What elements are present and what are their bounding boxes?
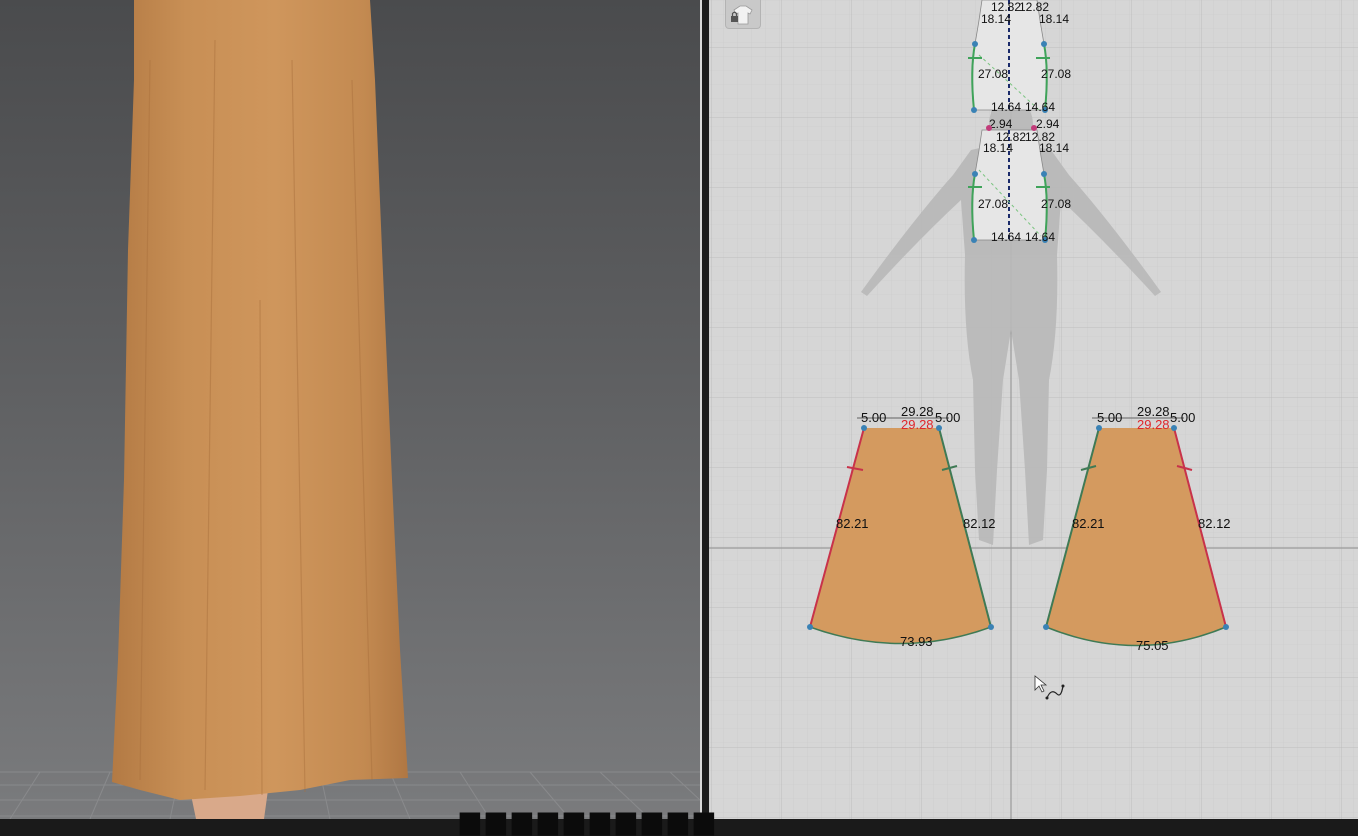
skirt-left-hem-length: 73.93 — [900, 634, 933, 649]
lock-icon — [731, 5, 753, 25]
3d-scene — [0, 0, 700, 819]
bodice-front-label: 27.08 — [1041, 67, 1071, 81]
2d-pattern-canvas: 12.82 12.82 18.14 18.14 27.08 27.08 14.6… — [709, 0, 1358, 819]
bodice-front-label: 14.64 — [1025, 100, 1055, 114]
lock-toggle-button[interactable] — [725, 0, 761, 29]
bodice-front-label: 18.14 — [981, 12, 1011, 26]
bodice-back-label: 14.64 — [1025, 230, 1055, 244]
skirt-right-side-length: 82.12 — [1198, 516, 1231, 531]
3d-viewport[interactable] — [0, 0, 700, 819]
2d-pattern-viewport[interactable]: 12.82 12.82 18.14 18.14 27.08 27.08 14.6… — [709, 0, 1358, 819]
skirt-left-dart-label: 5.00 — [935, 410, 960, 425]
skirt-right-side-length: 82.21 — [1072, 516, 1105, 531]
bodice-front-label: 2.94 — [989, 117, 1013, 131]
bodice-back-label: 27.08 — [978, 197, 1008, 211]
skirt-right-top-length-red: 29.28 — [1137, 417, 1170, 432]
viewport-divider[interactable] — [700, 0, 709, 819]
bodice-front-label: 14.64 — [991, 100, 1021, 114]
subtitle-caption: ▆▆▆▆▆▆▆▆▆▆ — [460, 806, 720, 836]
bodice-front-label: 27.08 — [978, 67, 1008, 81]
bodice-front-label: 2.94 — [1036, 117, 1060, 131]
bodice-back-label: 27.08 — [1041, 197, 1071, 211]
skirt-right-dart-label: 5.00 — [1097, 410, 1122, 425]
bodice-back-label: 14.64 — [991, 230, 1021, 244]
skirt-left-side-length: 82.21 — [836, 516, 869, 531]
bodice-back-label: 18.14 — [1039, 141, 1069, 155]
bodice-back-label: 18.14 — [983, 141, 1013, 155]
skirt-left-side-length: 82.12 — [963, 516, 996, 531]
bodice-front-label: 18.14 — [1039, 12, 1069, 26]
skirt-right-hem-length: 75.05 — [1136, 638, 1169, 653]
skirt-left-dart-label: 5.00 — [861, 410, 886, 425]
skirt-left-top-length-red: 29.28 — [901, 417, 934, 432]
skirt-right-dart-label: 5.00 — [1170, 410, 1195, 425]
